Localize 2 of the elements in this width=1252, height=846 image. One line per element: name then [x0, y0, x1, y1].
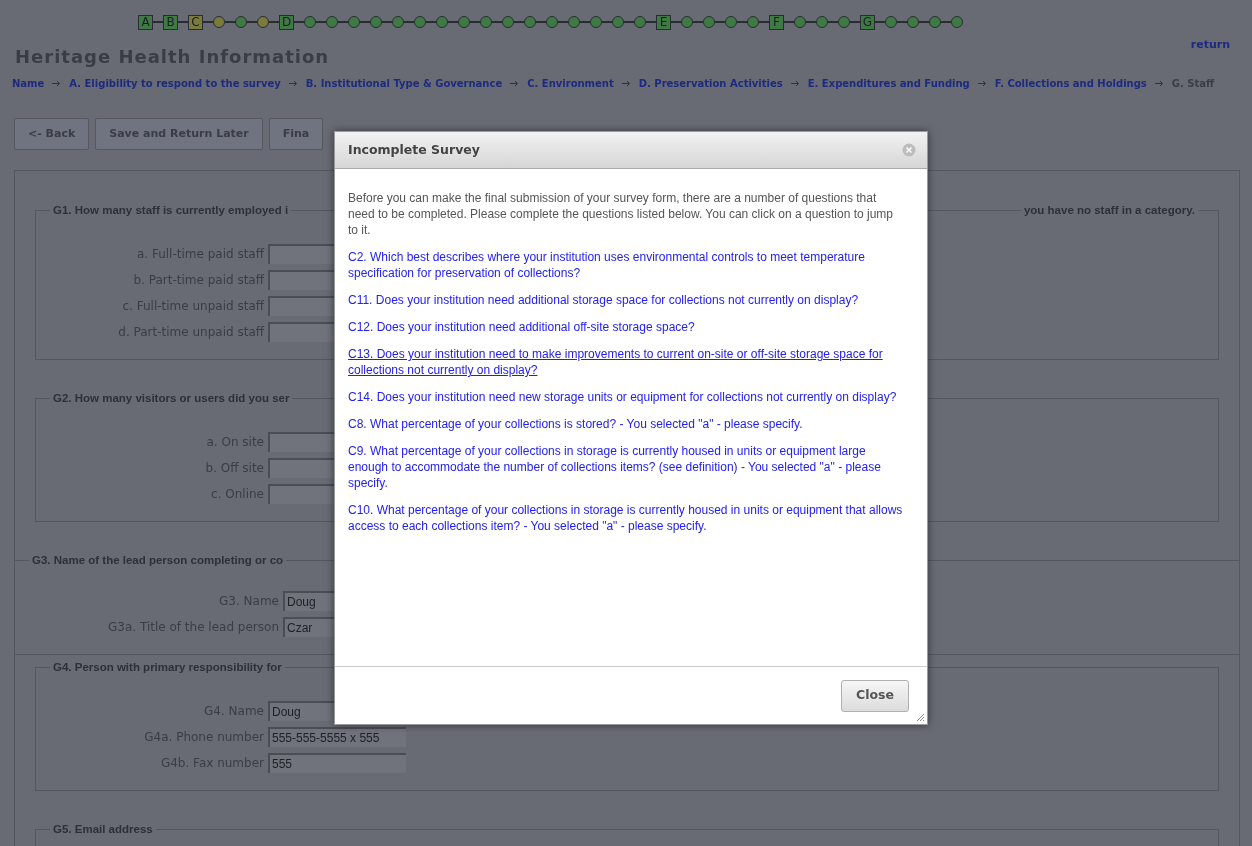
dialog-intro: Before you can make the final submission of your survey form, there are a number of questions that need to be completed. Please complete the questions listed below. You can click on a question to jump to it.	[348, 190, 895, 238]
dialog-title: Incomplete Survey	[348, 140, 480, 159]
